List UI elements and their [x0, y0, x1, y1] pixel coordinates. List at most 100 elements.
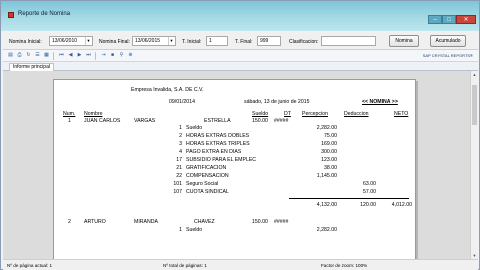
calendar-dropdown-icon[interactable]: ▼ [85, 37, 91, 45]
toolbar-separator [95, 52, 96, 60]
concept-percepcion: 1,145.00 [316, 173, 337, 179]
last-page-icon[interactable]: ⏭ [85, 52, 92, 59]
concept-name: Seguro Social [186, 181, 219, 187]
group-tree-icon[interactable]: ☰ [34, 52, 41, 59]
employee-sueldo: 150.00 [252, 118, 268, 124]
maximize-button[interactable]: □ [442, 15, 456, 24]
concept-name: HORAS EXTRAS DOBLES [186, 133, 250, 139]
total-pages-status: Nº total de páginas: 1 [163, 263, 207, 268]
refresh-icon[interactable]: ↻ [25, 52, 32, 59]
header-num: Num. [63, 111, 76, 117]
employee-num: 1 [68, 118, 71, 124]
concept-code: 4 [179, 149, 182, 155]
concept-code: 1 [179, 125, 182, 131]
nomina-final-value: 13/06/2015 [135, 38, 161, 44]
scroll-up-icon[interactable]: ▲ [471, 71, 478, 78]
scroll-thumb[interactable] [472, 85, 477, 125]
concept-code: 17 [176, 157, 182, 163]
concept-deduccion: 57.00 [363, 189, 376, 195]
t-inicial-input[interactable]: 1 [206, 36, 228, 46]
total-neto: 4,012.00 [391, 202, 412, 208]
total-percepcion: 4,132.00 [316, 202, 337, 208]
employee-surname-2: CHAVEZ [194, 219, 215, 225]
totals-rule [289, 198, 409, 199]
employee-name: ARTURO [84, 219, 106, 225]
acumulado-button[interactable]: Acumulado [430, 35, 466, 47]
concept-percepcion: 2,282.00 [316, 125, 337, 131]
clasificacion-label: Clasificacion: [289, 39, 319, 45]
concept-code: 21 [176, 165, 182, 171]
concept-code: 3 [179, 141, 182, 147]
report-toolbar: ▤ ⎙ ↻ ☰ ▦ ⏮ ◀ ▶ ⏭ ⇥ ■ ⚲ ⊕ SAP CRYSTAL RE… [3, 50, 478, 62]
print-icon[interactable]: ⎙ [16, 52, 23, 59]
zoom-status: Factor de zoom: 100% [321, 263, 368, 268]
first-page-icon[interactable]: ⏮ [58, 52, 65, 59]
close-button[interactable]: ✕ [456, 15, 476, 24]
header-nombre: Nombre [84, 111, 103, 117]
crystal-reports-brand: SAP CRYSTAL REPORTS® [422, 53, 473, 58]
minimize-button[interactable]: – [428, 15, 442, 24]
header-sueldo: Sueldo [252, 111, 269, 117]
export-icon[interactable]: ▤ [7, 52, 14, 59]
employee-name: JUAN CARLOS [84, 118, 121, 124]
concept-code: 1 [179, 227, 182, 233]
concept-name: SUBSIDIO PARA EL EMPLEC [186, 157, 257, 163]
nomina-final-picker[interactable]: 13/06/2015 ▼ [132, 36, 176, 46]
t-inicial-value: 1 [209, 38, 212, 44]
concept-code: 2 [179, 133, 182, 139]
nomina-final-label: Nomina Final: [99, 39, 130, 45]
concept-deduccion: 63.00 [363, 181, 376, 187]
t-final-input[interactable]: 999 [257, 36, 281, 46]
nomina-inicial-label: Nomina Inicial: [9, 39, 42, 45]
stop-icon[interactable]: ■ [109, 52, 116, 59]
toolbar-separator [53, 52, 54, 60]
t-final-value: 999 [260, 38, 269, 44]
app-icon [8, 12, 14, 18]
zoom-icon[interactable]: ⊕ [127, 52, 134, 59]
parameters-icon[interactable]: ▦ [43, 52, 50, 59]
concept-name: Sueldo [186, 227, 203, 233]
concept-percepcion: 169.00 [321, 141, 337, 147]
filter-bar: Nomina Inicial: 13/06/2010 ▼ Nomina Fina… [3, 32, 478, 50]
clasificacion-input[interactable] [321, 36, 376, 46]
current-page-status: Nº de página actual: 1 [7, 263, 53, 268]
concept-name: Sueldo [186, 125, 203, 131]
previous-page-icon[interactable]: ◀ [67, 52, 74, 59]
employee-dt: ##### [274, 118, 289, 124]
nomina-button[interactable]: Nomina [389, 35, 419, 47]
concept-code: 22 [176, 173, 182, 179]
concept-percepcion: 75.00 [324, 133, 337, 139]
calendar-dropdown-icon[interactable]: ▼ [168, 37, 174, 45]
next-page-icon[interactable]: ▶ [76, 52, 83, 59]
tab-bar: Informe principal [3, 62, 478, 71]
concept-percepcion: 38.00 [324, 165, 337, 171]
concept-percepcion: 123.00 [321, 157, 337, 163]
report-page: Empresa Invalida, S.A. DE C.V. 09/01/201… [53, 79, 416, 259]
vertical-scrollbar[interactable]: ▲ ▼ [470, 71, 478, 259]
company-name: Empresa Invalida, S.A. DE C.V. [131, 87, 204, 93]
concept-name: CUOTA SINDICAL [186, 189, 229, 195]
concept-name: HORAS EXTRAS TRIPLES [186, 141, 250, 147]
concept-code: 107 [173, 189, 182, 195]
total-deduccion: 120.00 [360, 202, 376, 208]
concept-name: GRATIFICACION [186, 165, 227, 171]
title-bar: Reporte de Nomina – □ ✕ [1, 1, 479, 31]
report-long-date: sábado, 13 de junio de 2015 [244, 99, 310, 105]
tab-informe-principal[interactable]: Informe principal [9, 63, 54, 71]
search-icon[interactable]: ⚲ [118, 52, 125, 59]
report-date: 09/01/2014 [169, 99, 195, 105]
concept-percepcion: 300.00 [321, 149, 337, 155]
concept-code: 101 [173, 181, 182, 187]
employee-surname-1: MIRANDA [134, 219, 158, 225]
t-inicial-label: T. Inicial: [182, 39, 202, 45]
window-title: Reporte de Nomina [18, 11, 71, 17]
header-percepcion: Percepcion [302, 111, 328, 117]
header-neto: NETO [394, 111, 409, 117]
report-viewer: Empresa Invalida, S.A. DE C.V. 09/01/201… [3, 71, 478, 259]
nomina-inicial-picker[interactable]: 13/06/2010 ▼ [49, 36, 93, 46]
concept-percepcion: 2,282.00 [316, 227, 337, 233]
app-window: Reporte de Nomina – □ ✕ Nomina Inicial: … [0, 0, 480, 270]
goto-page-icon[interactable]: ⇥ [100, 52, 107, 59]
status-bar: Nº de página actual: 1 Nº total de págin… [3, 259, 478, 270]
scroll-down-icon[interactable]: ▼ [471, 252, 478, 259]
